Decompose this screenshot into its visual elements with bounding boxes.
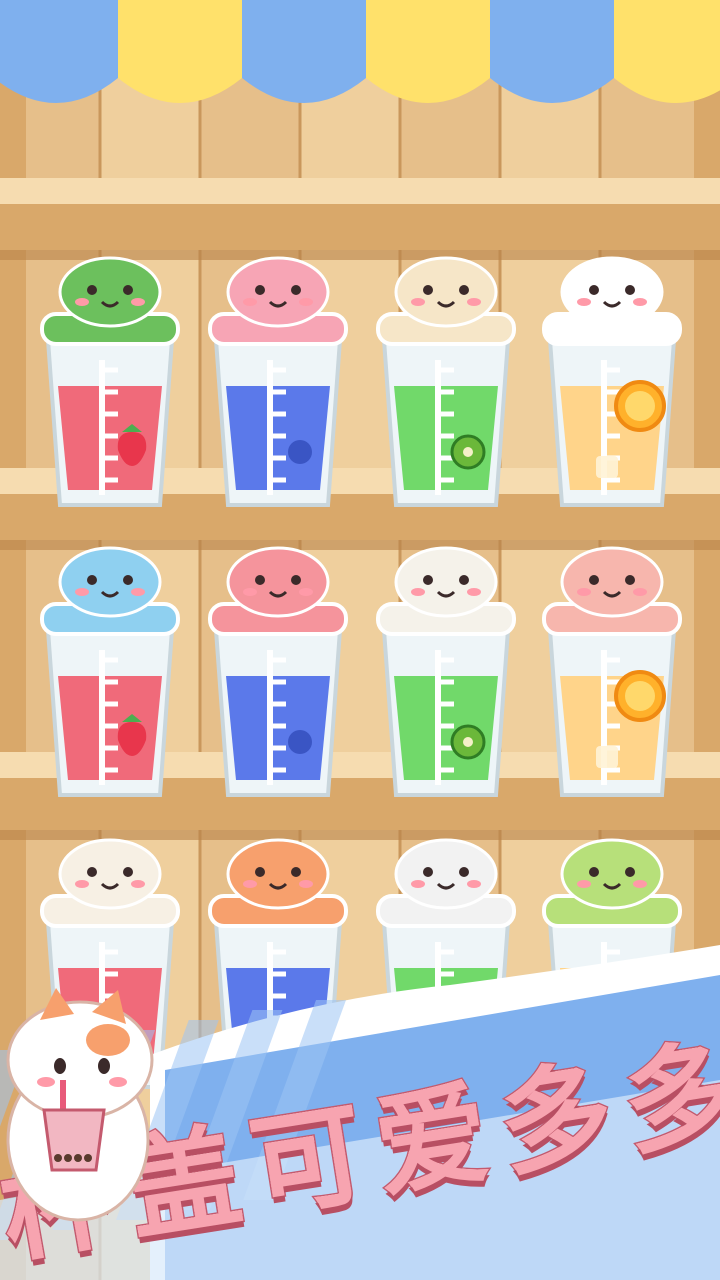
cat-mascot — [6, 988, 154, 1222]
mascot-patch — [86, 1024, 130, 1056]
mascot-head — [6, 1000, 154, 1120]
mascot-eye-right — [98, 1058, 110, 1074]
bubble-tea-cup — [42, 1108, 106, 1172]
tapioca-pearl — [74, 1154, 82, 1162]
tapioca-pearl — [64, 1154, 72, 1162]
mascot-eye-left — [54, 1058, 66, 1074]
game-scene: 杯 盖 可 爱 多 多 — [0, 0, 720, 1280]
mascot-blush-right — [109, 1077, 127, 1087]
mascot-blush-left — [37, 1077, 55, 1087]
tapioca-pearl — [54, 1154, 62, 1162]
tapioca-pearl — [84, 1154, 92, 1162]
